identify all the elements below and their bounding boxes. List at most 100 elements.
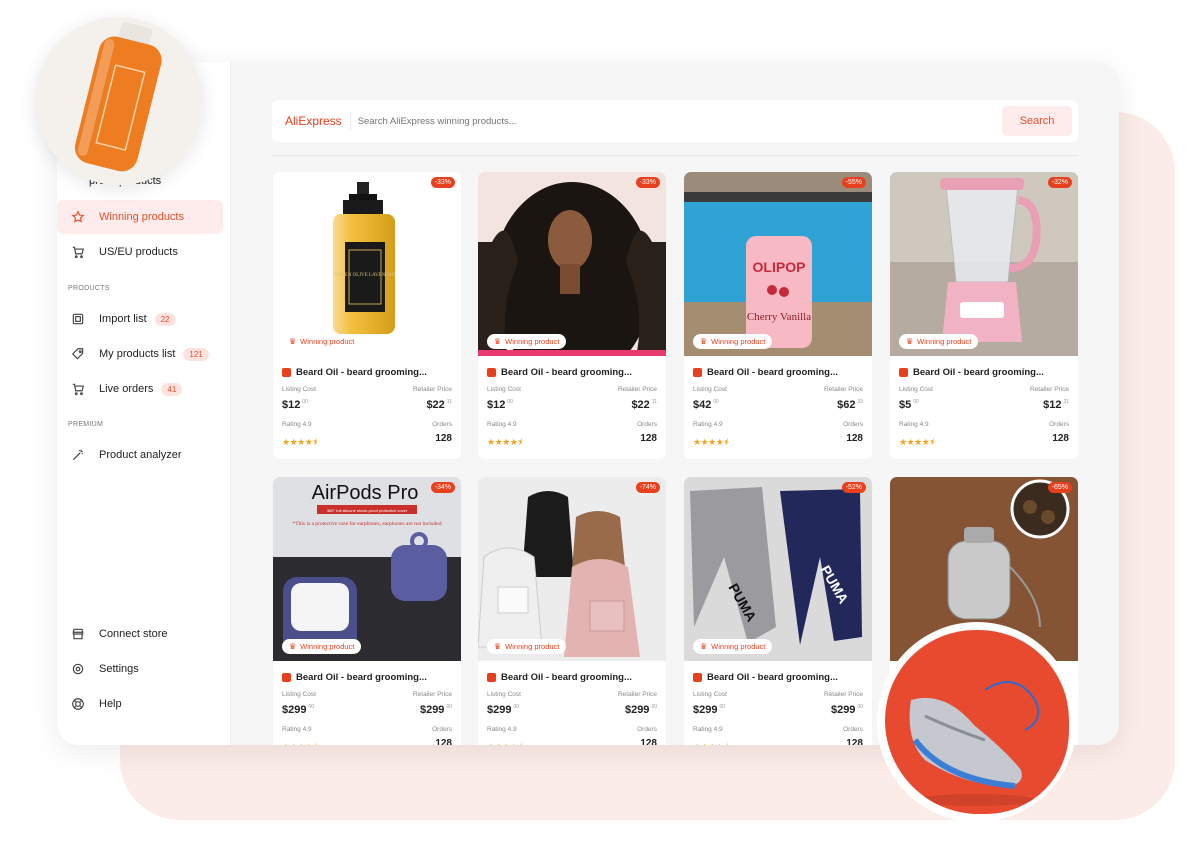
crown-icon: ♛	[700, 642, 708, 651]
sidebar-item-us-eu-products[interactable]: US/EU products	[57, 235, 223, 269]
sidebar-item-settings[interactable]: Settings	[57, 652, 223, 686]
badge-label: Winning product	[300, 642, 355, 651]
sidebar-item-product-analyzer[interactable]: Product analyzer	[57, 438, 223, 472]
soda-flavor: Cherry Vanilla	[747, 311, 811, 323]
rating-label: Rating 4.9	[487, 421, 517, 428]
cart-icon	[69, 380, 87, 398]
listing-dollars: $42	[693, 399, 712, 411]
search-bar: AliExpress Search	[272, 100, 1078, 142]
sidebar-item-my-products-list[interactable]: My products list 121	[57, 337, 223, 371]
orders-label: Orders	[843, 726, 863, 733]
rating-label: Rating 4.9	[487, 726, 517, 733]
rating-stars: ★★★★⯨	[282, 740, 317, 745]
winning-product-badge: ♛ Winning product	[282, 639, 362, 654]
badge-label: Winning product	[711, 642, 766, 651]
listing-cents: 00	[513, 704, 520, 711]
rating-stars: ★★★★⯨	[899, 437, 934, 447]
retail-cents: 33	[857, 399, 863, 406]
title-text: Beard Oil - beard grooming...	[707, 367, 838, 378]
badge-label: Winning product	[505, 642, 560, 651]
retail-dollars: $22	[631, 399, 650, 411]
crown-icon: ♛	[700, 337, 708, 346]
tag-icon	[69, 345, 87, 363]
discount-badge: -65%	[1047, 482, 1072, 493]
rating-label: Rating 4.9	[693, 726, 723, 733]
retail-dollars: $299	[830, 704, 856, 716]
winning-product-badge: ♛ Winning product	[899, 334, 979, 349]
section-premium-heading: PREMIUM	[68, 421, 104, 428]
product-title: Beard Oil - beard grooming...	[899, 367, 1074, 378]
sidebar-item-help[interactable]: Help	[57, 687, 223, 721]
retailer-price-label: Retailer Price	[823, 386, 863, 393]
listing-cents: 00	[302, 399, 308, 406]
aliexpress-logo: AliExpress	[285, 112, 351, 130]
listing-cost-label: Listing Cost	[487, 691, 521, 698]
product-image: -33% ♛ Winning product	[478, 172, 666, 356]
sidebar-item-label: Connect store	[99, 628, 168, 640]
listing-dollars: $12	[282, 399, 301, 411]
retailer-price-value: $22 11	[426, 399, 452, 411]
orders-label: Orders	[843, 421, 863, 428]
product-card[interactable]: AirPods Pro 360° full silicone shock-pro…	[273, 477, 461, 745]
retail-dollars: $299	[624, 704, 650, 716]
retailer-price-label: Retailer Price	[617, 386, 657, 393]
divider	[272, 155, 1078, 156]
product-card[interactable]: -32% ♛ Winning product Beard Oil - beard …	[890, 172, 1078, 459]
orders-value: 128	[1052, 433, 1069, 444]
cart-icon	[69, 243, 87, 261]
listing-cost-label: Listing Cost	[899, 386, 933, 393]
listing-cost-value: $12 00	[487, 399, 513, 411]
product-card[interactable]: -33% ♛ Winning product Beard Oil - beard …	[478, 172, 666, 459]
retailer-price-label: Retailer Price	[823, 691, 863, 698]
count-badge: 22	[154, 312, 176, 326]
rating-label: Rating 4.9	[693, 421, 723, 428]
search-input[interactable]	[357, 115, 958, 127]
listing-dollars: $12	[487, 399, 506, 411]
retailer-price-label: Retailer Price	[412, 691, 452, 698]
orders-value: 128	[846, 433, 863, 444]
aliexpress-bag-icon	[487, 368, 496, 377]
floating-product-shoe	[877, 622, 1077, 822]
sidebar-item-label: My products list	[99, 348, 176, 360]
badge-label: Winning product	[917, 337, 972, 346]
retailer-price-value: $299 00	[831, 704, 863, 716]
rating-stars: ★★★★⯨	[693, 437, 728, 447]
discount-badge: -74%	[635, 482, 660, 493]
retail-cents: 11	[446, 399, 452, 406]
rating-label: Rating 4.9	[282, 421, 312, 428]
rating-label: Rating 4.9	[899, 421, 929, 428]
retail-cents: 11	[651, 399, 657, 406]
star-icon	[69, 208, 87, 226]
search-button[interactable]: Search	[1002, 106, 1072, 136]
retail-dollars: $12	[1043, 399, 1062, 411]
sidebar-item-label: Help	[99, 698, 122, 710]
sidebar-item-connect-store[interactable]: Connect store	[57, 617, 223, 651]
product-title: Beard Oil - beard grooming...	[282, 367, 457, 378]
retail-cents: 00	[446, 704, 452, 711]
title-text: Beard Oil - beard grooming...	[501, 672, 632, 683]
retail-dollars: $62	[837, 399, 856, 411]
title-text: Beard Oil - beard grooming...	[296, 672, 427, 683]
listing-dollars: $299	[693, 704, 718, 716]
crown-icon: ♛	[494, 337, 502, 346]
sidebar-item-import-list[interactable]: Import list 22	[57, 302, 223, 336]
product-card[interactable]: OLIPOP Cherry Vanilla -55% ♛ Winning prod…	[684, 172, 872, 459]
retailer-price-value: $299 00	[420, 704, 452, 716]
sidebar-item-live-orders[interactable]: Live orders 41	[57, 372, 223, 406]
listing-cost-label: Listing Cost	[487, 386, 521, 393]
listing-cents: 00	[507, 399, 513, 406]
discount-badge: -33%	[430, 177, 455, 188]
orders-label: Orders	[637, 421, 657, 428]
shoe-image	[885, 630, 1069, 814]
listing-cost-label: Listing Cost	[693, 386, 727, 393]
product-title: Beard Oil - beard grooming...	[693, 367, 868, 378]
discount-badge: -34%	[430, 482, 455, 493]
sidebar-item-winning-products[interactable]: Winning products	[57, 200, 223, 234]
winning-product-badge: ♛ Winning product	[693, 334, 773, 349]
aliexpress-bag-icon	[282, 368, 291, 377]
product-card[interactable]: GREEN OLIVE LAVENDER -33% ♛ Winning produ…	[273, 172, 461, 459]
product-card[interactable]: PUMA PUMA -52% ♛ Winning product Beard Oi…	[684, 477, 872, 745]
product-image: OLIPOP Cherry Vanilla -55% ♛ Winning prod…	[684, 172, 872, 356]
product-card[interactable]: -74% ♛ Winning product Beard Oil - beard …	[478, 477, 666, 745]
crown-icon: ♛	[289, 642, 297, 651]
